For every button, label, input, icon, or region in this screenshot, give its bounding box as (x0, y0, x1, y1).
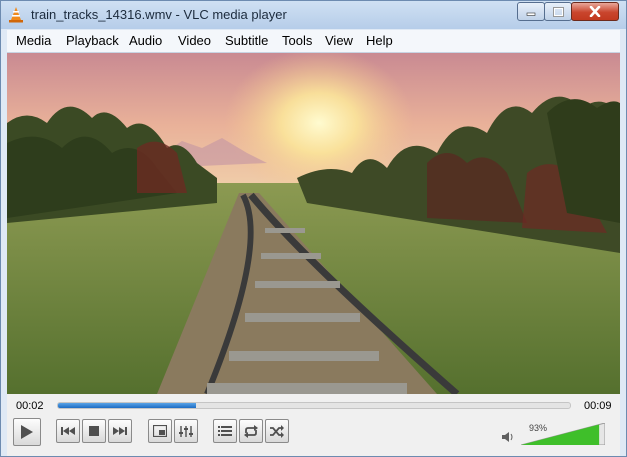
previous-button[interactable] (56, 419, 80, 443)
extended-settings-button[interactable] (174, 419, 198, 443)
menu-video[interactable]: Video (178, 33, 211, 48)
equalizer-icon (179, 425, 193, 437)
minimize-button[interactable] (517, 2, 545, 21)
volume-slider[interactable] (521, 423, 605, 445)
stop-button[interactable] (82, 419, 106, 443)
menu-playback[interactable]: Playback (66, 33, 119, 48)
volume-level (521, 424, 600, 445)
menu-media[interactable]: Media (16, 33, 51, 48)
shuffle-button[interactable] (265, 419, 289, 443)
next-icon (113, 427, 127, 435)
video-display[interactable] (7, 53, 620, 394)
menu-view[interactable]: View (325, 33, 353, 48)
title-bar[interactable]: train_tracks_14316.wmv - VLC media playe… (1, 1, 626, 29)
elapsed-time: 00:02 (16, 400, 44, 412)
stop-icon (89, 426, 99, 436)
play-button[interactable] (13, 418, 41, 446)
shuffle-icon (270, 424, 284, 438)
maximize-button[interactable] (544, 2, 572, 21)
seek-bar[interactable] (57, 402, 571, 409)
vlc-window: train_tracks_14316.wmv - VLC media playe… (0, 0, 627, 457)
seek-progress (58, 403, 197, 408)
menu-tools[interactable]: Tools (282, 33, 312, 48)
speaker-icon[interactable] (501, 431, 515, 443)
menu-help[interactable]: Help (366, 33, 393, 48)
menu-audio[interactable]: Audio (129, 33, 162, 48)
maximize-icon (552, 6, 564, 17)
previous-icon (61, 427, 75, 435)
playlist-icon (218, 426, 232, 436)
minimize-icon (526, 12, 536, 16)
close-button[interactable] (571, 2, 619, 21)
close-icon (589, 6, 601, 17)
window-title: train_tracks_14316.wmv - VLC media playe… (31, 7, 287, 22)
loop-button[interactable] (239, 419, 263, 443)
menu-subtitle[interactable]: Subtitle (225, 33, 268, 48)
loop-icon (244, 424, 258, 438)
vlc-cone-icon (9, 7, 23, 23)
playlist-button[interactable] (213, 419, 237, 443)
remaining-time: 00:09 (584, 400, 612, 412)
play-icon (21, 425, 33, 439)
control-panel: 00:02 00:09 93% (7, 394, 620, 456)
menu-bar: Media Playback Audio Video Subtitle Tool… (7, 30, 620, 53)
next-button[interactable] (108, 419, 132, 443)
fullscreen-icon (153, 425, 167, 437)
video-frame (7, 53, 620, 394)
fullscreen-button[interactable] (148, 419, 172, 443)
